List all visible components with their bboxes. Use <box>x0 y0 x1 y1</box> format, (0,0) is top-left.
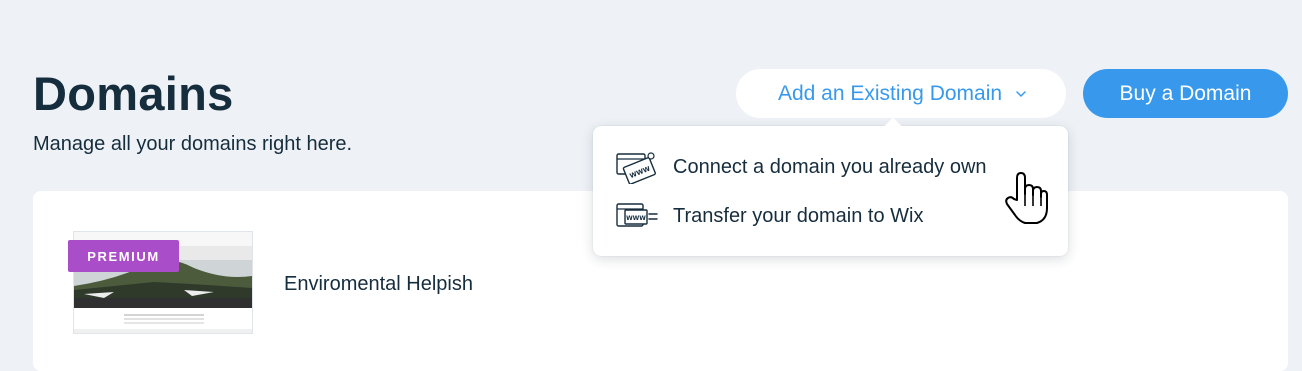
menu-item-transfer-label: Transfer your domain to Wix <box>673 204 924 227</box>
svg-text:WWW: WWW <box>626 215 646 222</box>
add-domain-dropdown: WWW Connect a domain you already own WWW… <box>593 117 1068 256</box>
menu-item-connect-label: Connect a domain you already own <box>673 155 987 178</box>
buy-domain-button[interactable]: Buy a Domain <box>1083 69 1288 118</box>
hand-pointer-cursor-icon <box>1005 172 1048 224</box>
chevron-down-icon <box>1016 90 1026 97</box>
page-subtitle: Manage all your domains right here. <box>33 133 353 155</box>
premium-badge: PREMIUM <box>68 240 179 272</box>
add-existing-domain-label: Add an Existing Domain <box>777 81 1003 105</box>
page-title: Domains <box>33 67 234 120</box>
site-name[interactable]: Enviromental Helpish <box>284 271 473 297</box>
www-transfer-icon: WWW <box>616 203 658 227</box>
dropdown-pointer <box>884 117 902 135</box>
menu-item-transfer-domain[interactable]: WWW Transfer your domain to Wix <box>593 194 1068 238</box>
add-existing-domain-button[interactable]: Add an Existing Domain <box>736 69 1066 118</box>
www-card-connect-icon: WWW <box>616 152 656 184</box>
menu-item-connect-domain[interactable]: WWW Connect a domain you already own <box>593 145 1068 189</box>
